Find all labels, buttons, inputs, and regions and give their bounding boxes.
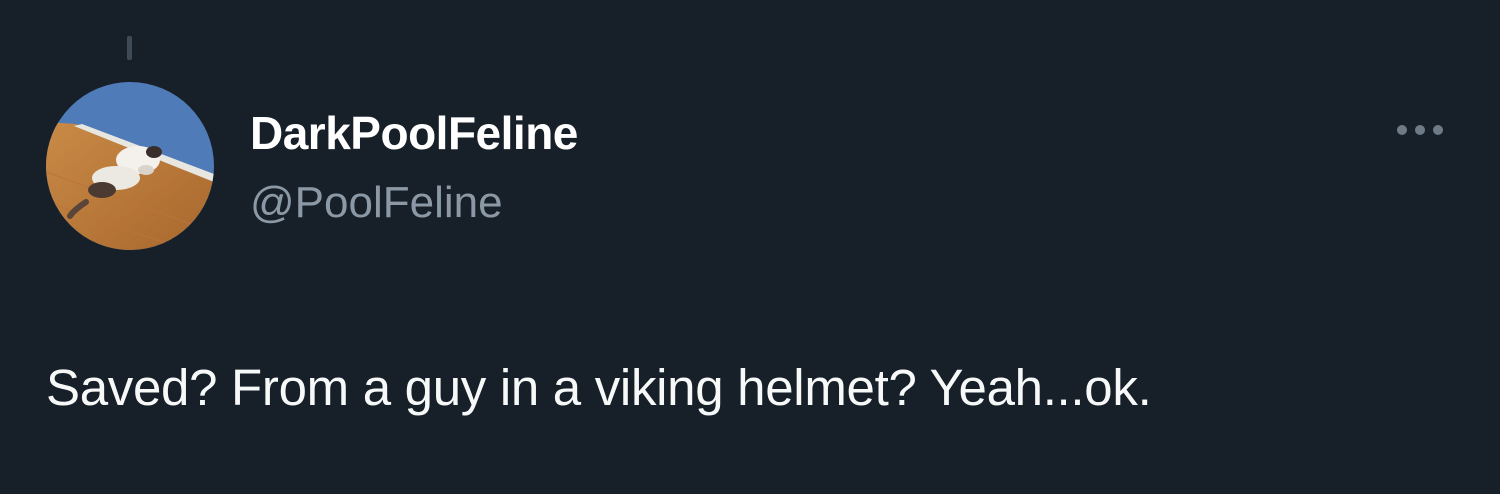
tweet-text: Saved? From a guy in a viking helmet? Ye…: [46, 359, 1152, 416]
tweet-card: DarkPoolFeline @PoolFeline Saved? From a…: [0, 0, 1500, 494]
thread-connector-line: [127, 36, 132, 60]
display-name[interactable]: DarkPoolFeline: [250, 106, 578, 160]
avatar[interactable]: [46, 82, 214, 250]
user-handle[interactable]: @PoolFeline: [250, 178, 503, 228]
cat-on-floor-avatar-icon: [46, 82, 214, 250]
more-options-icon: [1397, 125, 1443, 135]
more-options-button[interactable]: [1390, 114, 1450, 146]
